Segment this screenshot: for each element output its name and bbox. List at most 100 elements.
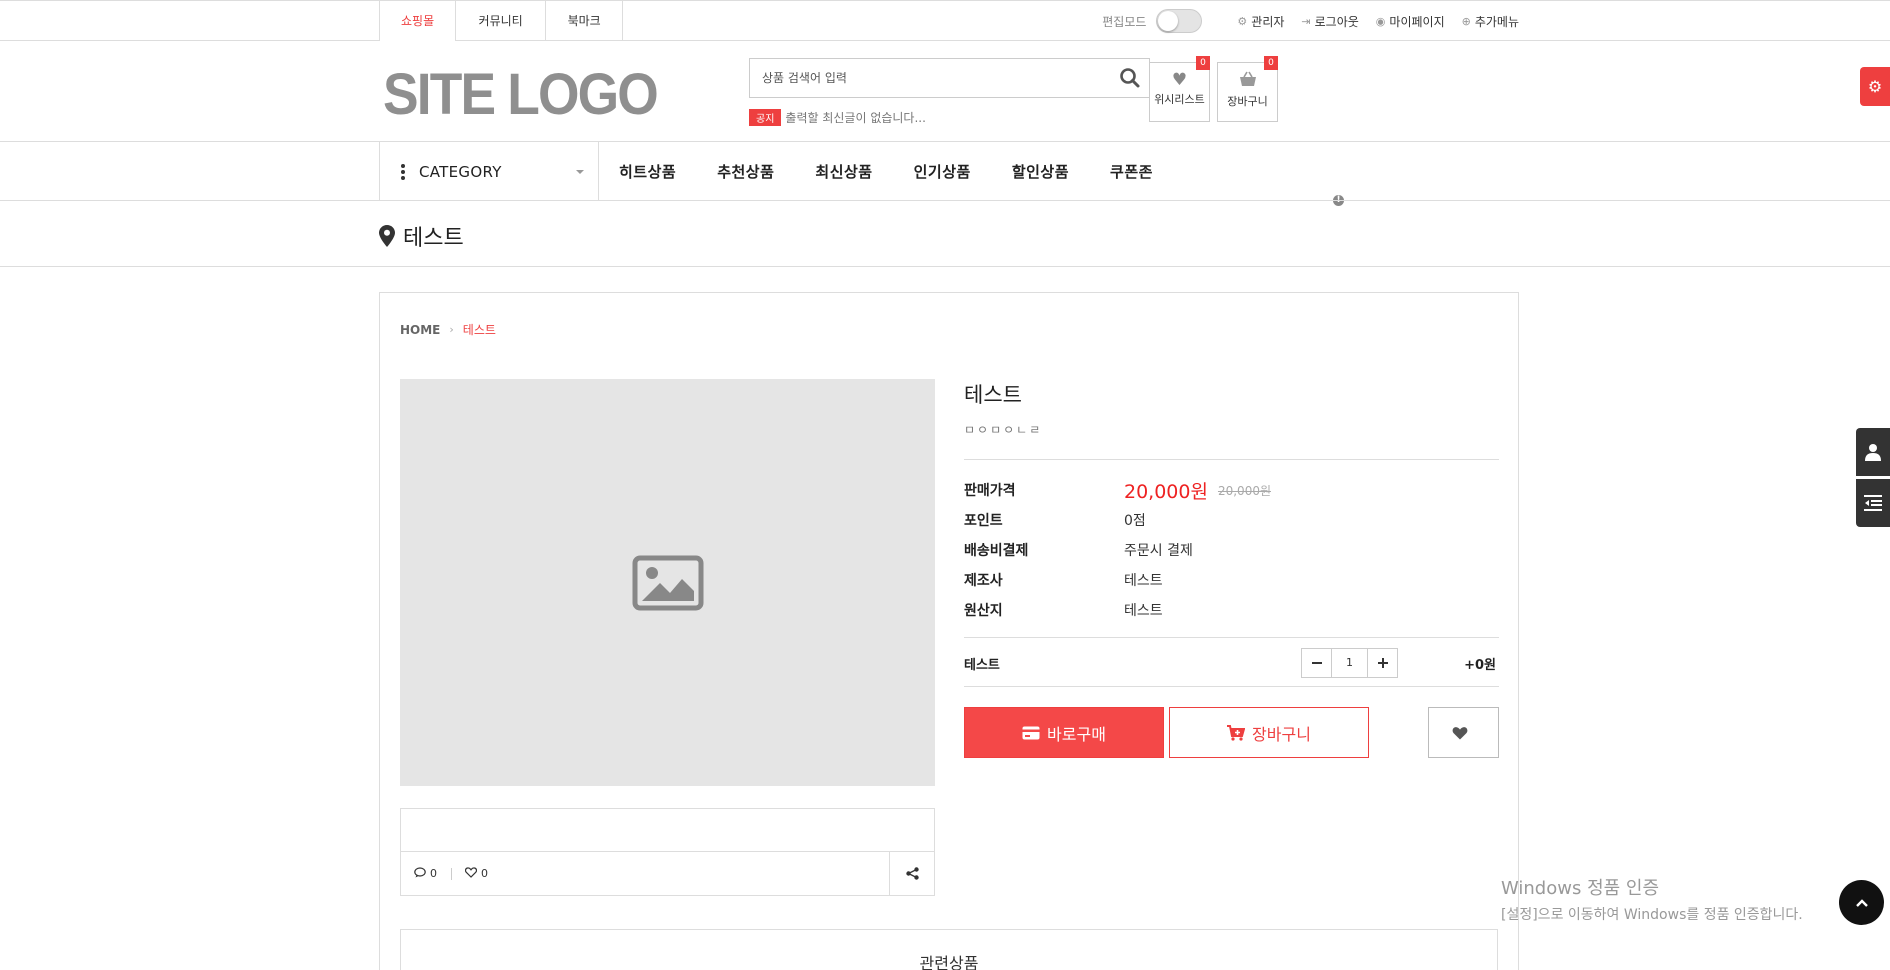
- breadcrumb: HOME › 테스트: [400, 321, 496, 338]
- nav-item-coupon[interactable]: 쿠폰존: [1110, 161, 1153, 182]
- comment-icon: [414, 866, 426, 881]
- plus-circle-icon: ⊕: [1461, 14, 1471, 28]
- sale-price: 20,000원: [1124, 480, 1208, 503]
- wishlist-count-badge: 0: [1196, 56, 1210, 70]
- watermark-line2: [설정]으로 이동하여 Windows를 정품 인증합니다.: [1501, 907, 1803, 923]
- windows-activation-watermark: Windows 정품 인증 [설정]으로 이동하여 Windows를 정품 인증…: [1501, 874, 1803, 924]
- quantity-decrease-button[interactable]: [1302, 649, 1331, 677]
- page-title-bar: 테스트: [0, 201, 1890, 267]
- heart-icon: ♥: [1171, 70, 1188, 90]
- thumbnail-strip: [400, 808, 935, 852]
- product-action-bar: 0 0: [400, 851, 935, 896]
- nav-menu: 히트상품 추천상품 최신상품 인기상품 할인상품 쿠폰존: [619, 142, 1194, 201]
- notice-text[interactable]: 출력할 최신글이 없습니다...: [785, 109, 926, 126]
- image-placeholder-icon: [632, 555, 703, 610]
- spec-row-shipping: 배송비결제 주문시 결제: [964, 535, 1499, 565]
- search-input[interactable]: [750, 59, 1090, 97]
- nav-item-discount[interactable]: 할인상품: [1012, 161, 1069, 182]
- comment-count[interactable]: 0: [414, 866, 437, 881]
- related-products-title: 관련상품: [919, 954, 979, 970]
- minus-icon: [1311, 662, 1322, 664]
- spec-label: 제조사: [964, 573, 1003, 589]
- nav-item-popular[interactable]: 인기상품: [914, 161, 971, 182]
- mypage-link[interactable]: ◉ 마이페이지: [1376, 13, 1445, 30]
- more-menu-link[interactable]: ⊕ 추가메뉴: [1462, 13, 1519, 30]
- breadcrumb-home[interactable]: HOME: [400, 323, 440, 337]
- like-count[interactable]: 0: [464, 866, 488, 881]
- chevron-up-icon: [1855, 898, 1868, 907]
- heart-outline-icon: [464, 866, 478, 881]
- tab-bookmark[interactable]: 북마크: [546, 1, 624, 41]
- search-button[interactable]: [1117, 65, 1143, 91]
- logout-link-label: 로그아웃: [1314, 14, 1359, 29]
- option-label: 테스트: [964, 658, 1000, 673]
- quantity-input[interactable]: 1: [1331, 649, 1368, 677]
- spec-row-origin: 원산지 테스트: [964, 595, 1499, 625]
- share-icon: [905, 867, 919, 880]
- divider: [964, 459, 1499, 460]
- category-dropdown[interactable]: CATEGORY: [379, 142, 599, 201]
- search-icon: [1120, 68, 1140, 88]
- add-to-wishlist-button[interactable]: [1428, 707, 1499, 758]
- nav-item-recommended[interactable]: 추천상품: [717, 161, 774, 182]
- divider: [451, 867, 452, 880]
- scroll-to-top-button[interactable]: [1839, 880, 1884, 925]
- category-label: CATEGORY: [419, 162, 502, 181]
- option-row: 테스트 1 +0원: [964, 637, 1499, 687]
- admin-link-label: 관리자: [1251, 14, 1285, 29]
- side-menu-button[interactable]: [1856, 479, 1890, 527]
- spec-value: 테스트: [1124, 603, 1163, 619]
- spec-value: 테스트: [1124, 573, 1163, 589]
- breadcrumb-current[interactable]: 테스트: [463, 321, 496, 338]
- spec-value: 주문시 결제: [1124, 543, 1193, 559]
- gear-icon: ⚙: [1237, 14, 1248, 28]
- more-menu-link-label: 추가메뉴: [1474, 14, 1519, 29]
- product-description: ㅁㅇㅁㅇㄴㄹ: [964, 423, 1043, 437]
- mypage-link-label: 마이페이지: [1389, 14, 1445, 29]
- notice-line: 공지 ! 출력할 최신글이 없습니다...: [749, 109, 1344, 206]
- cart-button[interactable]: 0 장바구니: [1217, 56, 1278, 122]
- share-button[interactable]: [889, 852, 934, 895]
- product-spec-list: 판매가격 20,000원 20,000원 포인트 0점 배송비결제 주문시 결제…: [964, 475, 1499, 625]
- add-to-cart-button[interactable]: 장바구니: [1169, 707, 1369, 758]
- edit-mode-toggle[interactable]: [1156, 9, 1203, 33]
- price-row: 판매가격 20,000원 20,000원: [964, 475, 1499, 505]
- toggle-knob: [1158, 11, 1179, 31]
- like-count-value: 0: [481, 867, 488, 880]
- nav-item-hit[interactable]: 히트상품: [619, 161, 676, 182]
- option-price: +0원: [1464, 658, 1496, 673]
- user-circle-icon: ◉: [1375, 14, 1386, 28]
- buy-now-button[interactable]: 바로구매: [964, 707, 1164, 758]
- vertical-dots-icon: [401, 163, 405, 181]
- spec-value: 0점: [1124, 513, 1146, 529]
- price-label: 판매가격: [964, 483, 1016, 499]
- top-utility-bar: 쇼핑몰 커뮤니티 북마크 편집모드 ⚙ 관리자 ⇥ 로그아웃 ◉ 마이페이지 ⊕…: [0, 0, 1890, 41]
- wishlist-label: 위시리스트: [1154, 93, 1205, 106]
- side-settings-button[interactable]: ⚙: [1860, 67, 1890, 106]
- wishlist-button[interactable]: 0 ♥ 위시리스트: [1149, 56, 1210, 122]
- admin-link[interactable]: ⚙ 관리자: [1237, 13, 1284, 30]
- edit-mode-label: 편집모드: [1102, 14, 1147, 29]
- nav-item-newest[interactable]: 최신상품: [815, 161, 872, 182]
- product-image[interactable]: [400, 379, 935, 786]
- cart-label: 장바구니: [1227, 95, 1268, 108]
- quantity-increase-button[interactable]: [1368, 649, 1397, 677]
- spec-row-maker: 제조사 테스트: [964, 565, 1499, 595]
- spec-label: 배송비결제: [964, 543, 1029, 559]
- product-info: 테스트 ㅁㅇㅁㅇㄴㄹ 판매가격 20,000원 20,000원 포인트 0점 배…: [964, 379, 1499, 758]
- purchase-buttons: 바로구매 장바구니: [964, 707, 1499, 758]
- site-logo[interactable]: SITE LOGO: [383, 61, 659, 128]
- user-icon: [1865, 444, 1881, 461]
- basket-icon: [1218, 71, 1277, 91]
- sign-out-icon: ⇥: [1301, 14, 1311, 28]
- search-box: [749, 58, 1150, 98]
- map-marker-icon: [379, 225, 395, 247]
- side-user-button[interactable]: [1856, 428, 1890, 476]
- logout-link[interactable]: ⇥ 로그아웃: [1301, 13, 1358, 30]
- add-to-cart-label: 장바구니: [1252, 724, 1311, 744]
- site-header: SITE LOGO 공지 ! 출력할 최신글이 없습니다... 0 ♥ 위시리스…: [379, 41, 1519, 206]
- top-links: 편집모드 ⚙ 관리자 ⇥ 로그아웃 ◉ 마이페이지 ⊕ 추가메뉴: [1102, 1, 1519, 41]
- tab-community[interactable]: 커뮤니티: [456, 1, 547, 41]
- main-navigation: CATEGORY 히트상품 추천상품 최신상품 인기상품 할인상품 쿠폰존: [0, 141, 1890, 201]
- tab-shoppingmall[interactable]: 쇼핑몰: [379, 1, 457, 41]
